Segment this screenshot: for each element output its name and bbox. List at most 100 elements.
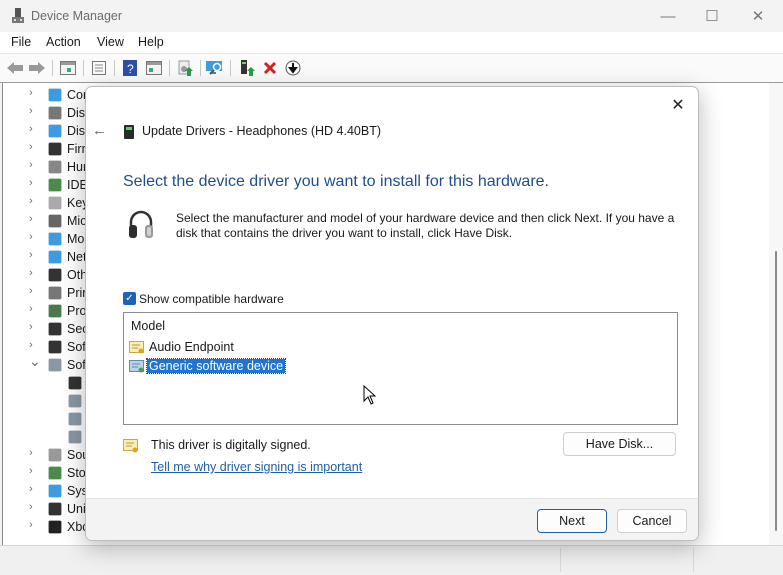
chevron-right-icon[interactable]: › xyxy=(29,483,33,495)
vertical-scrollbar[interactable] xyxy=(769,83,783,545)
tree-item-label: Mic xyxy=(67,214,87,228)
disable-device-icon xyxy=(285,60,301,76)
driver-certificate-icon xyxy=(129,341,144,354)
help-icon: ? xyxy=(123,60,137,76)
chevron-right-icon[interactable]: › xyxy=(29,159,33,171)
computer-icon xyxy=(48,88,62,102)
menu-view[interactable]: View xyxy=(97,35,124,49)
status-separator xyxy=(693,548,694,572)
chevron-right-icon[interactable]: › xyxy=(29,141,33,153)
software-component-icon xyxy=(48,340,62,354)
chevron-right-icon[interactable]: › xyxy=(29,285,33,297)
speaker-icon xyxy=(48,448,62,462)
enable-device-button[interactable] xyxy=(238,59,256,77)
device-icon xyxy=(124,125,134,139)
chevron-right-icon[interactable]: › xyxy=(29,501,33,513)
chevron-right-icon[interactable]: › xyxy=(29,267,33,279)
tree-item-label: Pro xyxy=(67,304,87,318)
show-action-pane-icon xyxy=(146,61,162,75)
status-bar xyxy=(0,545,783,575)
chevron-right-icon[interactable]: › xyxy=(29,123,33,135)
printer-icon xyxy=(48,286,62,300)
headphones-icon xyxy=(68,376,82,390)
chevron-right-icon[interactable]: › xyxy=(29,231,33,243)
chevron-down-icon[interactable]: ⌄ xyxy=(29,353,41,370)
svg-text:?: ? xyxy=(127,62,134,76)
chevron-right-icon[interactable]: › xyxy=(29,195,33,207)
driver-signing-link[interactable]: Tell me why driver signing is important xyxy=(151,460,362,474)
chevron-right-icon[interactable]: › xyxy=(29,447,33,459)
action-pane-button[interactable] xyxy=(145,59,163,77)
model-item-audio-endpoint[interactable]: Audio Endpoint xyxy=(129,339,529,357)
properties-button[interactable] xyxy=(90,59,108,77)
chevron-right-icon[interactable]: › xyxy=(29,213,33,225)
driver-certificate-icon xyxy=(123,439,138,453)
chevron-right-icon[interactable]: › xyxy=(29,303,33,315)
chevron-right-icon[interactable]: › xyxy=(29,321,33,333)
chevron-right-icon[interactable]: › xyxy=(29,105,33,117)
forward-icon xyxy=(29,62,45,74)
help-button[interactable]: ? xyxy=(121,59,139,77)
next-button[interactable]: Next xyxy=(537,509,607,533)
disk-drive-icon xyxy=(48,106,62,120)
hid-icon xyxy=(48,160,62,174)
software-device-icon xyxy=(68,430,82,444)
chevron-right-icon[interactable]: › xyxy=(29,519,33,531)
menu-file[interactable]: File xyxy=(11,35,31,49)
ide-controller-icon xyxy=(48,178,62,192)
toolbar-separator xyxy=(200,60,201,76)
minimize-icon: — xyxy=(660,7,676,25)
update-driver-button[interactable] xyxy=(176,59,194,77)
usb-icon xyxy=(48,502,62,516)
dialog-description: Select the manufacturer and model of you… xyxy=(176,211,675,240)
close-window-button[interactable]: ✕ xyxy=(735,0,781,32)
tree-item-label: Prir xyxy=(67,286,87,300)
disable-device-button[interactable] xyxy=(284,59,302,77)
network-adapter-icon xyxy=(48,250,62,264)
menu-bar: File Action View Help xyxy=(0,32,783,54)
show-compatible-checkbox[interactable]: ✓ xyxy=(123,292,136,305)
display-adapter-icon xyxy=(48,124,62,138)
model-column-header: Model xyxy=(131,319,166,333)
keyboard-icon xyxy=(48,196,62,210)
back-button[interactable] xyxy=(6,59,24,77)
model-list[interactable]: Model Audio Endpoint Generic software de… xyxy=(123,312,678,425)
software-device-icon xyxy=(68,394,82,408)
tree-item-label: Mo xyxy=(67,232,85,246)
model-item-generic-software-device[interactable]: Generic software device xyxy=(129,358,529,376)
mouse-cursor-icon xyxy=(363,385,376,405)
uninstall-device-button[interactable] xyxy=(261,59,279,77)
tree-item-label: Uni xyxy=(67,502,86,516)
menu-action[interactable]: Action xyxy=(46,35,81,49)
status-separator xyxy=(560,548,561,572)
gamepad-icon xyxy=(48,520,62,534)
scan-hardware-button[interactable] xyxy=(206,59,224,77)
toolbar: ? xyxy=(0,54,783,83)
headphones-icon xyxy=(129,210,153,238)
show-hide-console-tree-icon xyxy=(60,61,76,75)
chevron-right-icon[interactable]: › xyxy=(29,249,33,261)
scrollbar-thumb[interactable] xyxy=(775,251,777,531)
menu-help[interactable]: Help xyxy=(138,35,164,49)
enable-device-icon xyxy=(241,60,255,76)
maximize-button[interactable]: ☐ xyxy=(689,0,735,32)
show-compatible-label[interactable]: Show compatible hardware xyxy=(139,292,284,306)
chevron-right-icon[interactable]: › xyxy=(29,465,33,477)
checkmark-icon: ✓ xyxy=(125,293,134,304)
chevron-right-icon[interactable]: › xyxy=(29,339,33,351)
tree-item-label: Net xyxy=(67,250,87,264)
close-icon: ✕ xyxy=(751,8,765,25)
minimize-button[interactable]: — xyxy=(645,0,691,32)
chevron-right-icon[interactable]: › xyxy=(29,87,33,99)
dialog-close-button[interactable]: ✕ xyxy=(666,93,690,117)
chevron-right-icon[interactable]: › xyxy=(29,177,33,189)
firmware-icon xyxy=(48,142,62,156)
processor-icon xyxy=(48,304,62,318)
properties-icon xyxy=(92,61,106,75)
forward-button[interactable] xyxy=(28,59,46,77)
cancel-button[interactable]: Cancel xyxy=(617,509,687,533)
have-disk-button[interactable]: Have Disk... xyxy=(563,432,676,456)
maximize-icon: ☐ xyxy=(705,8,719,25)
back-arrow-icon[interactable]: ← xyxy=(92,122,107,139)
console-tree-button[interactable] xyxy=(59,59,77,77)
